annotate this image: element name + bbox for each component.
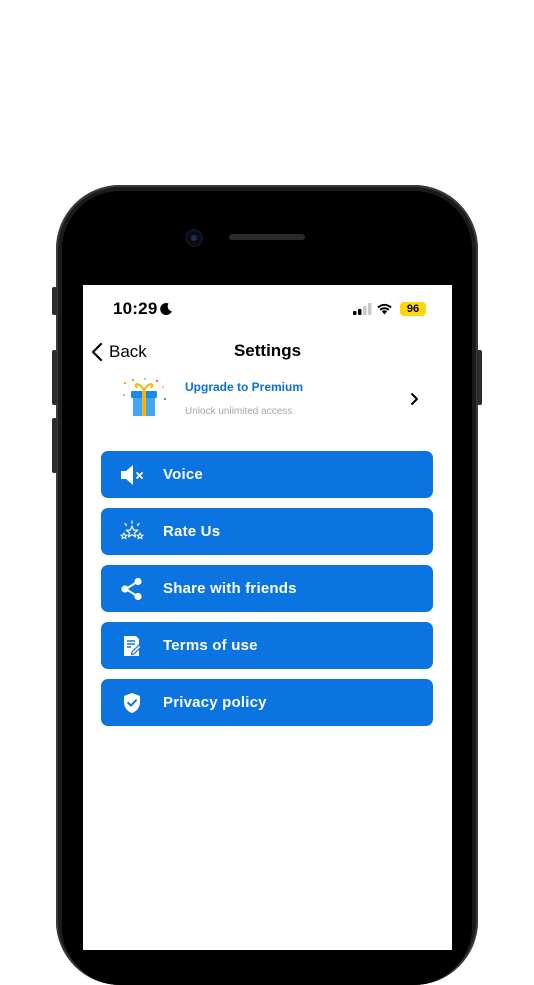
volume-up-button bbox=[52, 350, 57, 405]
navigation-bar: Settings Back bbox=[83, 337, 452, 367]
front-camera bbox=[187, 231, 201, 245]
terms-of-use-button[interactable]: Terms of use bbox=[101, 622, 433, 669]
shield-check-icon bbox=[119, 690, 145, 716]
document-edit-icon bbox=[119, 633, 145, 659]
back-label: Back bbox=[109, 342, 147, 361]
premium-title: Upgrade to Premium bbox=[185, 380, 304, 394]
mute-switch bbox=[52, 287, 57, 315]
privacy-policy-button[interactable]: Privacy policy bbox=[101, 679, 433, 726]
back-button[interactable]: Back bbox=[91, 337, 147, 367]
chevron-right-icon bbox=[411, 393, 418, 405]
status-bar: 10:29 96 bbox=[83, 285, 452, 331]
voice-label: Voice bbox=[163, 466, 203, 483]
rate-us-button[interactable]: Rate Us bbox=[101, 508, 433, 555]
power-button bbox=[477, 350, 482, 405]
earpiece-speaker bbox=[229, 234, 305, 240]
voice-button[interactable]: Voice bbox=[101, 451, 433, 498]
battery-indicator: 96 bbox=[400, 302, 426, 316]
speaker-muted-icon bbox=[119, 462, 145, 488]
status-time: 10:29 bbox=[113, 299, 158, 318]
share-button[interactable]: Share with friends bbox=[101, 565, 433, 612]
privacy-label: Privacy policy bbox=[163, 694, 267, 711]
volume-down-button bbox=[52, 418, 57, 473]
gift-icon bbox=[123, 378, 167, 416]
premium-subtitle: Unlock unlimited access bbox=[185, 406, 293, 417]
share-icon bbox=[119, 576, 145, 602]
share-label: Share with friends bbox=[163, 580, 297, 597]
moon-icon bbox=[160, 303, 172, 316]
cellular-signal-icon bbox=[353, 303, 372, 315]
settings-menu: Voice Rate Us Share with friends Terms o… bbox=[101, 451, 433, 736]
screen: 10:29 96 Settings Back Upgrade to Premiu… bbox=[83, 285, 452, 950]
stars-icon bbox=[119, 519, 145, 545]
wifi-icon bbox=[377, 303, 392, 315]
rate-us-label: Rate Us bbox=[163, 523, 221, 540]
terms-label: Terms of use bbox=[163, 637, 258, 654]
upgrade-premium-banner[interactable]: Upgrade to Premium Unlock unlimited acce… bbox=[119, 377, 429, 421]
chevron-left-icon bbox=[91, 342, 103, 362]
